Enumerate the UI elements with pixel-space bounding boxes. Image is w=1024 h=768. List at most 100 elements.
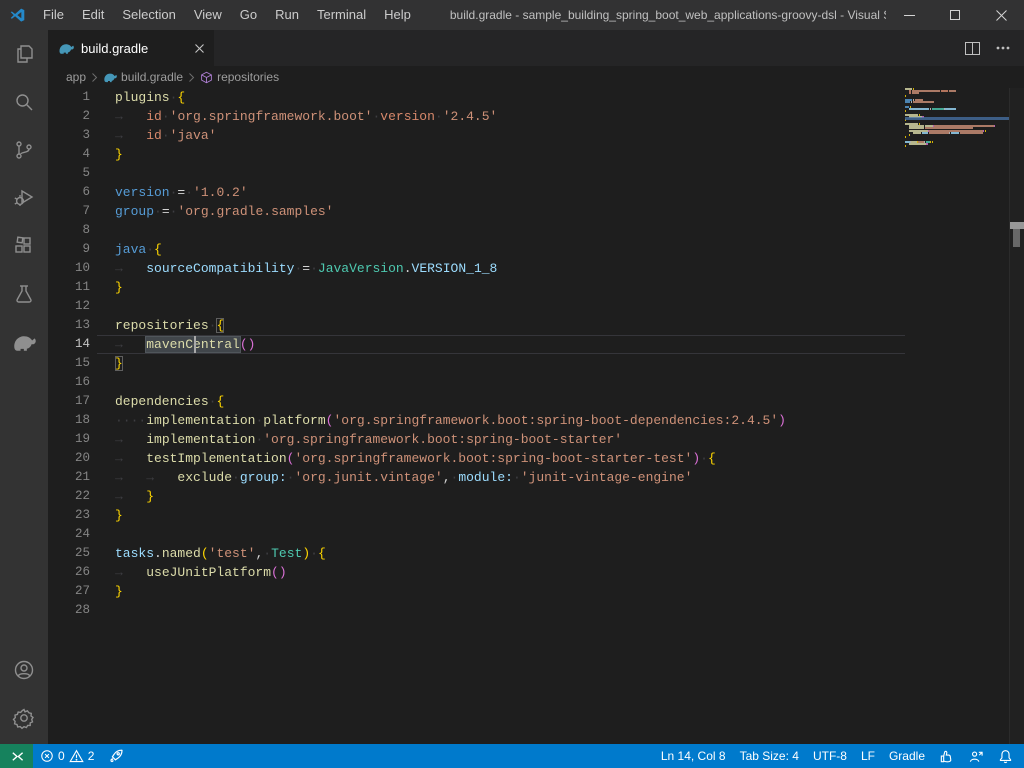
breadcrumb-app-label: app [66,70,86,84]
breadcrumb-symbol-label: repositories [217,70,279,84]
code-line[interactable]: 3→ id·'java' [48,126,905,145]
indentation-setting[interactable]: Tab Size: 4 [733,744,806,768]
line-content: version·=·'1.0.2' [115,183,248,202]
code-line[interactable]: 6 version·=·'1.0.2' [48,183,905,202]
menu-view[interactable]: View [185,0,231,30]
line-number: 1 [48,88,90,107]
code-line[interactable]: 5 [48,164,905,183]
code-line[interactable]: 17dependencies·{ [48,392,905,411]
breadcrumb-app[interactable]: app [66,70,86,84]
explorer-icon[interactable] [0,30,48,78]
code-editor[interactable]: 1plugins·{2→ id·'org.springframework.boo… [48,88,1024,744]
code-line[interactable]: 8 [48,221,905,240]
feedback-person-icon[interactable] [961,744,991,768]
error-count: 0 [58,749,65,763]
more-actions-icon[interactable] [996,46,1010,50]
editor-scrollbar[interactable] [1009,88,1024,744]
settings-gear-icon[interactable] [0,694,48,742]
gradle-extension-icon[interactable] [0,318,48,366]
line-content: → } [115,487,154,506]
line-number: 23 [48,506,90,525]
code-line[interactable]: 18 ····implementation·platform('org.sprin… [48,411,905,430]
line-content: → testImplementation('org.springframewor… [115,449,716,468]
menu-bar: FileEditSelectionViewGoRunTerminalHelp [34,0,420,30]
source-control-icon[interactable] [0,126,48,174]
code-line[interactable]: 28 [48,601,905,620]
gradle-task-indicator[interactable] [101,744,131,768]
line-content: } [115,278,123,297]
code-line[interactable]: 20 → testImplementation('org.springframew… [48,449,905,468]
minimap[interactable] [905,88,1009,149]
menu-selection[interactable]: Selection [113,0,184,30]
notifications-bell-icon[interactable] [991,744,1020,768]
code-line[interactable]: 25tasks.named('test',·Test)·{ [48,544,905,563]
line-number: 21 [48,468,90,487]
line-number: 4 [48,145,90,164]
search-icon[interactable] [0,78,48,126]
code-line[interactable]: 10→ sourceCompatibility·=·JavaVersion.VE… [48,259,905,278]
code-line[interactable]: 7group·=·'org.gradle.samples' [48,202,905,221]
line-content: → mavenCentral() [115,335,255,354]
line-number: 18 [48,411,90,430]
code-line[interactable]: 11} [48,278,905,297]
line-number: 25 [48,544,90,563]
menu-help[interactable]: Help [375,0,420,30]
remote-indicator[interactable] [0,744,33,768]
line-number: 7 [48,202,90,221]
problems-indicator[interactable]: 0 2 [33,744,101,768]
code-line[interactable]: 14→ mavenCentral() [48,335,905,354]
line-number: 3 [48,126,90,145]
menu-run[interactable]: Run [266,0,308,30]
code-line[interactable]: 4} [48,145,905,164]
menu-edit[interactable]: Edit [73,0,113,30]
encoding-setting[interactable]: UTF-8 [806,744,854,768]
menu-file[interactable]: File [34,0,73,30]
line-number: 11 [48,278,90,297]
line-content: ····implementation·platform('org.springf… [115,411,786,430]
code-line[interactable]: 27} [48,582,905,601]
breadcrumb: app build.gradle repositories [48,66,1024,88]
line-number: 20 [48,449,90,468]
tab-build-gradle[interactable]: build.gradle [48,30,214,66]
run-and-debug-icon[interactable] [0,174,48,222]
line-number: 6 [48,183,90,202]
code-line[interactable]: 12 [48,297,905,316]
cursor-position[interactable]: Ln 14, Col 8 [654,744,733,768]
code-line[interactable]: 21→ → exclude·group:·'org.junit.vintage'… [48,468,905,487]
breadcrumb-file[interactable]: build.gradle [103,70,183,84]
code-line[interactable]: 1plugins·{ [48,88,905,107]
accounts-icon[interactable] [0,646,48,694]
tab-close-icon[interactable] [195,44,204,53]
split-editor-icon[interactable] [965,42,980,55]
code-line[interactable]: 24 [48,525,905,544]
code-line[interactable]: 23} [48,506,905,525]
menu-terminal[interactable]: Terminal [308,0,375,30]
breadcrumb-file-label: build.gradle [121,70,183,84]
code-line[interactable]: 19→ implementation·'org.springframework.… [48,430,905,449]
language-mode[interactable]: Gradle [882,744,932,768]
code-line[interactable]: 16 [48,373,905,392]
code-line[interactable]: 13repositories·{ [48,316,905,335]
gradle-file-icon [58,40,74,56]
chevron-right-icon [91,73,98,82]
maximize-button[interactable] [932,0,978,30]
window-controls [886,0,1024,30]
code-line[interactable]: 26→ useJUnitPlatform() [48,563,905,582]
minimize-button[interactable] [886,0,932,30]
line-number: 19 [48,430,90,449]
code-line[interactable]: 2→ id·'org.springframework.boot'·version… [48,107,905,126]
menu-go[interactable]: Go [231,0,266,30]
close-button[interactable] [978,0,1024,30]
line-number: 10 [48,259,90,278]
line-content: java·{ [115,240,162,259]
feedback-thumbsup-icon[interactable] [932,744,961,768]
window-title: build.gradle - sample_building_spring_bo… [420,8,886,22]
breadcrumb-symbol[interactable]: repositories [200,70,279,84]
testing-icon[interactable] [0,270,48,318]
line-number: 24 [48,525,90,544]
eol-setting[interactable]: LF [854,744,882,768]
code-line[interactable]: 15} [48,354,905,373]
code-line[interactable]: 9java·{ [48,240,905,259]
code-line[interactable]: 22→ } [48,487,905,506]
extensions-icon[interactable] [0,222,48,270]
